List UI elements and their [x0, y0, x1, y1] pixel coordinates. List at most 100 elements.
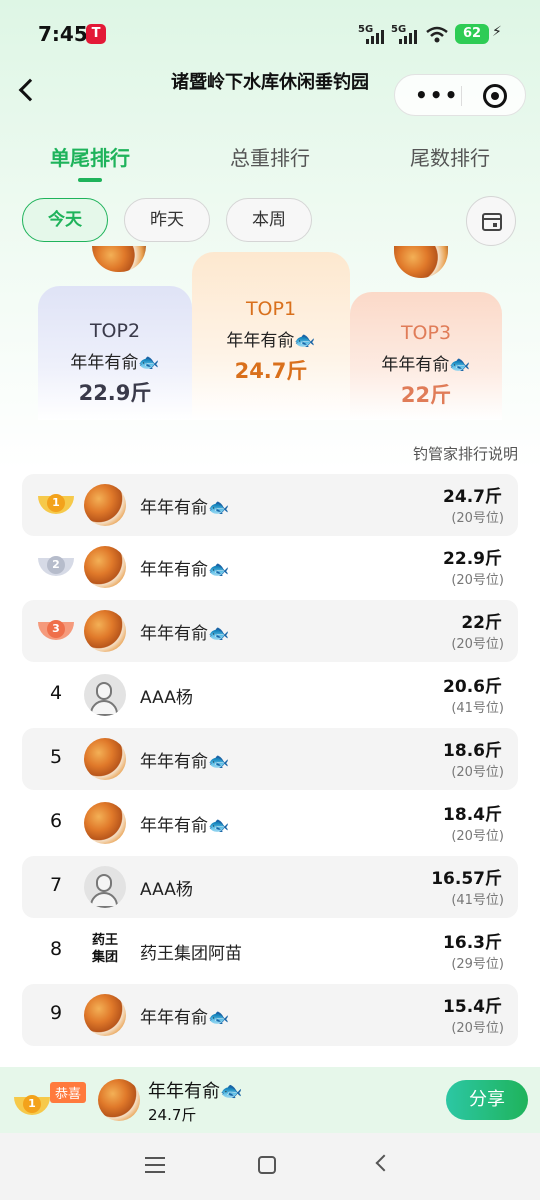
top2-name: 年年有俞🐟 [70, 353, 160, 373]
filter-this-week[interactable]: 本周 [226, 198, 312, 242]
rank-number: 6 [49, 810, 63, 832]
tab-single-fish[interactable]: 单尾排行 [20, 142, 160, 171]
default-avatar-icon [84, 866, 126, 908]
signal-icon [366, 28, 384, 44]
recent-apps-icon[interactable] [145, 1157, 165, 1173]
page-title: 诸暨岭下水库休闲垂钓园 [171, 72, 369, 93]
seat-number: (41号位) [451, 701, 504, 716]
my-weight: 24.7斤 [148, 1106, 197, 1124]
club-logo: 药王 集团 [91, 933, 118, 965]
tab-total-weight[interactable]: 总重排行 [200, 142, 340, 171]
catch-weight: 15.4斤 [443, 997, 502, 1017]
seat-number: (20号位) [451, 1021, 504, 1036]
ranking-row[interactable]: 9 年年有俞🐟 15.4斤 (20号位) [22, 984, 518, 1046]
rank-number: 5 [49, 746, 63, 768]
avatar [84, 484, 126, 526]
top2-rank: TOP2 [89, 320, 141, 342]
top3-name: 年年有俞🐟 [381, 355, 471, 375]
congrats-badge: 恭喜 [50, 1082, 87, 1103]
podium-top1[interactable]: TOP1 年年有俞🐟 24.7斤 [192, 252, 350, 420]
wifi-icon [426, 26, 448, 43]
gold-medal-icon: 1 [14, 1091, 50, 1121]
signal-icon-2 [399, 28, 417, 44]
calendar-icon [482, 213, 502, 231]
catch-weight: 16.57斤 [431, 869, 502, 889]
charging-icon: ⚡ [492, 24, 502, 40]
filter-today[interactable]: 今天 [22, 198, 108, 242]
seat-number: (20号位) [451, 637, 504, 652]
angler-name: 药王集团阿苗 [140, 944, 242, 964]
ranking-row[interactable]: 3 年年有俞🐟 22斤 (20号位) [22, 600, 518, 662]
angler-name: 年年有俞🐟 [140, 498, 230, 518]
avatar [84, 738, 126, 780]
angler-name: AAA杨 [140, 880, 193, 900]
status-time: 7:45 [38, 22, 88, 46]
my-rank-bar: 1 恭喜 年年有俞🐟 24.7斤 分享 [0, 1067, 540, 1133]
seat-number: (41号位) [451, 893, 504, 908]
top2-weight: 22.9斤 [78, 381, 152, 405]
bronze-medal-icon: 3 [38, 616, 74, 646]
tab-fish-count[interactable]: 尾数排行 [380, 142, 520, 171]
rank-number: 8 [49, 938, 63, 960]
default-avatar-icon [84, 674, 126, 716]
ranking-explanation-link[interactable]: 钓管家排行说明 [413, 443, 518, 464]
angler-name: 年年有俞🐟 [140, 1008, 230, 1028]
gold-medal-icon: 1 [38, 490, 74, 520]
ranking-row[interactable]: 5 年年有俞🐟 18.6斤 (20号位) [22, 728, 518, 790]
ranking-tabs: 单尾排行 总重排行 尾数排行 [0, 142, 540, 182]
rank-number: 7 [49, 874, 63, 896]
avatar [84, 994, 126, 1036]
avatar [84, 610, 126, 652]
ranking-row[interactable]: 4 AAA杨 20.6斤 (41号位) [22, 664, 518, 726]
rank-number: 9 [49, 1002, 63, 1024]
rank-number: 4 [49, 682, 63, 704]
podium-top2[interactable]: TOP2 年年有俞🐟 22.9斤 [38, 286, 192, 420]
ranking-row[interactable]: 2 年年有俞🐟 22.9斤 (20号位) [22, 536, 518, 598]
catch-weight: 20.6斤 [443, 677, 502, 697]
active-tab-indicator [78, 178, 102, 182]
share-button[interactable]: 分享 [446, 1080, 528, 1120]
catch-weight: 18.4斤 [443, 805, 502, 825]
home-icon[interactable] [258, 1156, 276, 1174]
back-icon[interactable] [375, 1154, 393, 1172]
ranking-row[interactable]: 1 年年有俞🐟 24.7斤 (20号位) [22, 474, 518, 536]
mini-program-capsule: ••• [394, 74, 526, 116]
catch-weight: 24.7斤 [443, 487, 502, 507]
battery-indicator: 62 [455, 24, 489, 44]
catch-weight: 22.9斤 [443, 549, 502, 569]
more-menu-icon[interactable]: ••• [415, 85, 459, 105]
seat-number: (29号位) [451, 957, 504, 972]
angler-name: 年年有俞🐟 [140, 560, 230, 580]
capsule-divider [461, 86, 462, 106]
back-arrow-icon[interactable] [18, 78, 42, 102]
ranking-row[interactable]: 7 AAA杨 16.57斤 (41号位) [22, 856, 518, 918]
status-bar: 7:45 T 5G 5G 62 ⚡ [0, 18, 540, 52]
tesla-app-icon: T [86, 24, 106, 44]
calendar-button[interactable] [466, 196, 516, 246]
angler-name: 年年有俞🐟 [140, 816, 230, 836]
angler-name: 年年有俞🐟 [140, 624, 230, 644]
catch-weight: 18.6斤 [443, 741, 502, 761]
angler-name: AAA杨 [140, 688, 193, 708]
close-mini-program-icon[interactable] [483, 84, 507, 108]
avatar [98, 1079, 140, 1121]
top1-weight: 24.7斤 [234, 359, 308, 383]
mini-program-header: 诸暨岭下水库休闲垂钓园 ••• [0, 62, 540, 116]
avatar [84, 546, 126, 588]
catch-weight: 16.3斤 [443, 933, 502, 953]
system-navigation-bar [0, 1133, 540, 1200]
my-name: 年年有俞🐟 [148, 1081, 243, 1102]
ranking-row[interactable]: 6 年年有俞🐟 18.4斤 (20号位) [22, 792, 518, 854]
top1-name: 年年有俞🐟 [226, 331, 316, 351]
silver-medal-icon: 2 [38, 552, 74, 582]
catch-weight: 22斤 [461, 613, 502, 633]
top3-weight: 22斤 [400, 383, 452, 407]
angler-name: 年年有俞🐟 [140, 752, 230, 772]
seat-number: (20号位) [451, 765, 504, 780]
podium-top3[interactable]: TOP3 年年有俞🐟 22斤 [350, 292, 502, 420]
filter-yesterday[interactable]: 昨天 [124, 198, 210, 242]
ranking-row[interactable]: 8 药王 集团 药王集团阿苗 16.3斤 (29号位) [22, 920, 518, 982]
seat-number: (20号位) [451, 511, 504, 526]
seat-number: (20号位) [451, 829, 504, 844]
seat-number: (20号位) [451, 573, 504, 588]
